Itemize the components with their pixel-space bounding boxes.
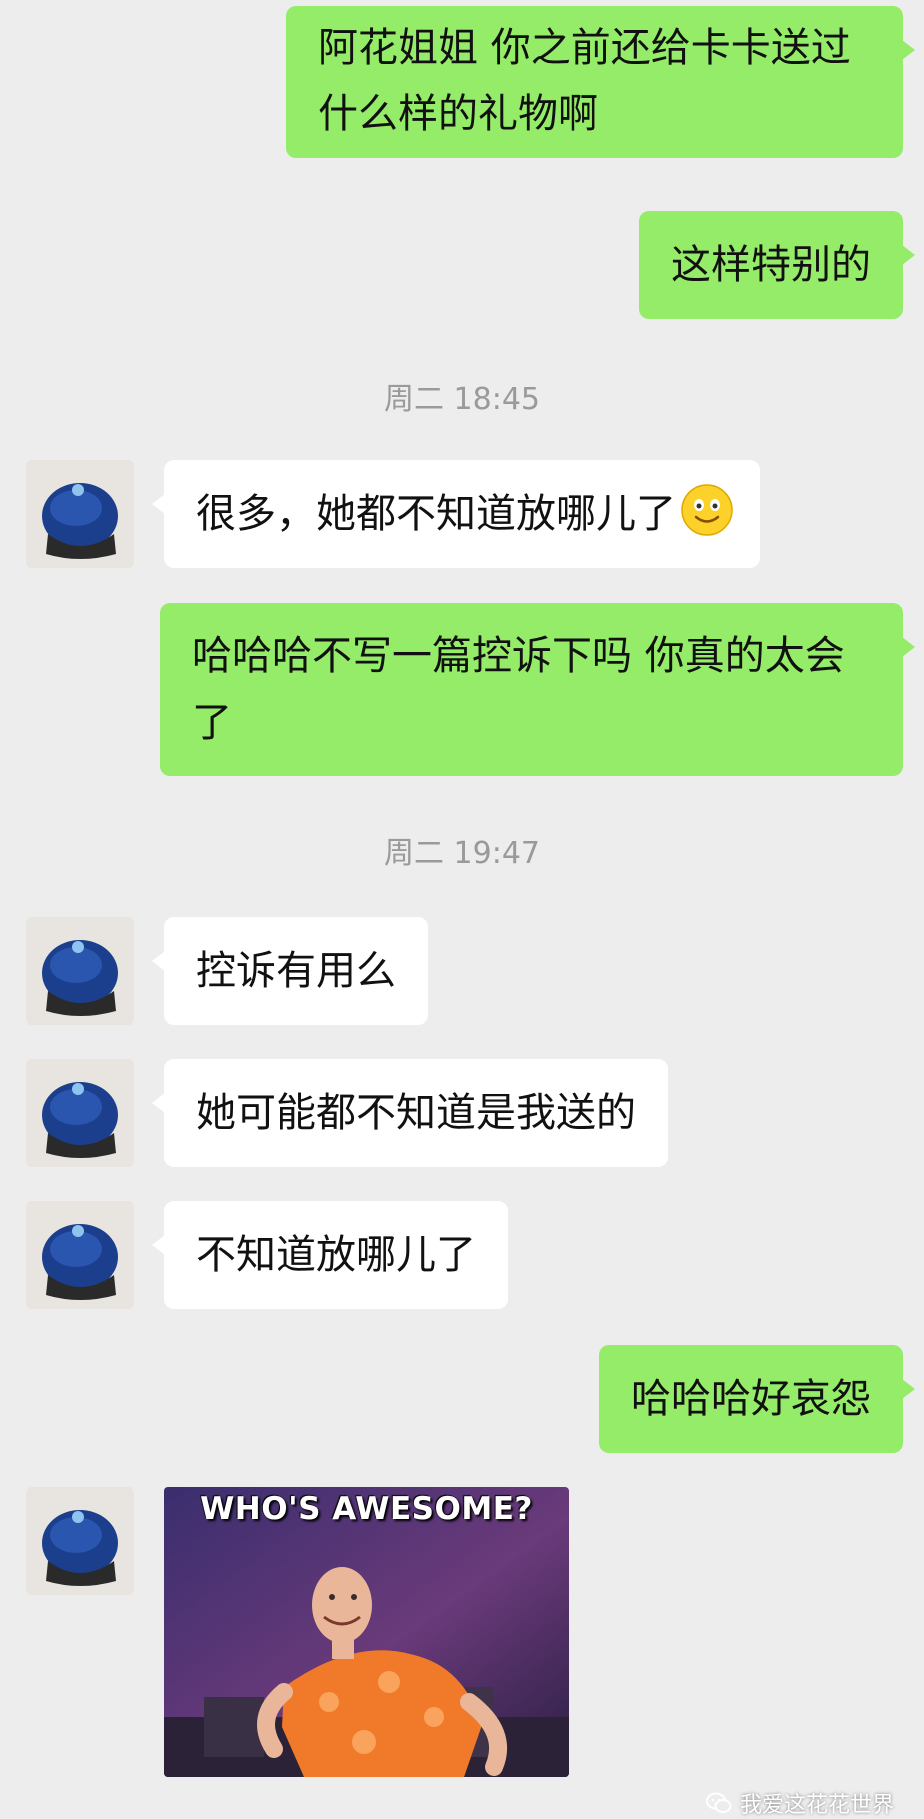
avatar[interactable] [26,917,134,1025]
message-bubble-received[interactable]: 她可能都不知道是我送的 [152,1059,668,1167]
message-bubble-sent[interactable]: 哈哈哈好哀怨 [599,1345,915,1453]
message-text: 这样特别的 [671,242,871,288]
timestamp: 周二 19:47 [0,828,924,872]
meme-caption: WHO'S AWESOME? [200,1491,533,1527]
message-bubble-received[interactable]: 不知道放哪儿了 [152,1201,508,1309]
timestamp: 周二 18:45 [0,374,924,418]
message-bubble-sent[interactable]: 阿花姐姐 你之前还给卡卡送过什么样的礼物啊 [286,6,915,158]
avatar[interactable] [26,1201,134,1309]
smile-emoji-icon [681,484,733,536]
message-text: 控诉有用么 [196,948,396,994]
message-text: 很多，她都不知道放哪儿了 [196,491,676,537]
message-bubble-sent[interactable]: 哈哈哈不写一篇控诉下吗 你真的太会了 [160,603,915,776]
meme-picture [164,1487,569,1777]
avatar-image [26,1201,134,1309]
message-bubble-sent[interactable]: 这样特别的 [639,211,915,319]
avatar-image [26,1059,134,1167]
message-text: 哈哈哈好哀怨 [631,1376,871,1422]
wechat-icon [705,1792,732,1813]
avatar-image [26,917,134,1025]
avatar-image [26,460,134,568]
watermark: 我爱这花花世界 [705,1787,894,1819]
meme-image[interactable]: WHO'S AWESOME? [164,1487,569,1777]
avatar[interactable] [26,460,134,568]
watermark-text: 我爱这花花世界 [739,1793,894,1818]
avatar[interactable] [26,1487,134,1595]
timestamp-text: 周二 19:47 [384,836,540,871]
message-bubble-received[interactable]: 很多，她都不知道放哪儿了 [152,460,760,568]
message-text: 阿花姐姐 你之前还给卡卡送过什么样的礼物啊 [318,25,851,137]
chat-conversation: 阿花姐姐 你之前还给卡卡送过什么样的礼物啊 这样特别的 周二 18:45 很多，… [0,0,924,1819]
message-text: 她可能都不知道是我送的 [196,1090,636,1136]
avatar[interactable] [26,1059,134,1167]
message-text: 哈哈哈不写一篇控诉下吗 你真的太会了 [192,633,845,746]
message-text: 不知道放哪儿了 [196,1232,476,1278]
avatar-image [26,1487,134,1595]
timestamp-text: 周二 18:45 [384,382,540,417]
message-bubble-received[interactable]: 控诉有用么 [152,917,428,1025]
